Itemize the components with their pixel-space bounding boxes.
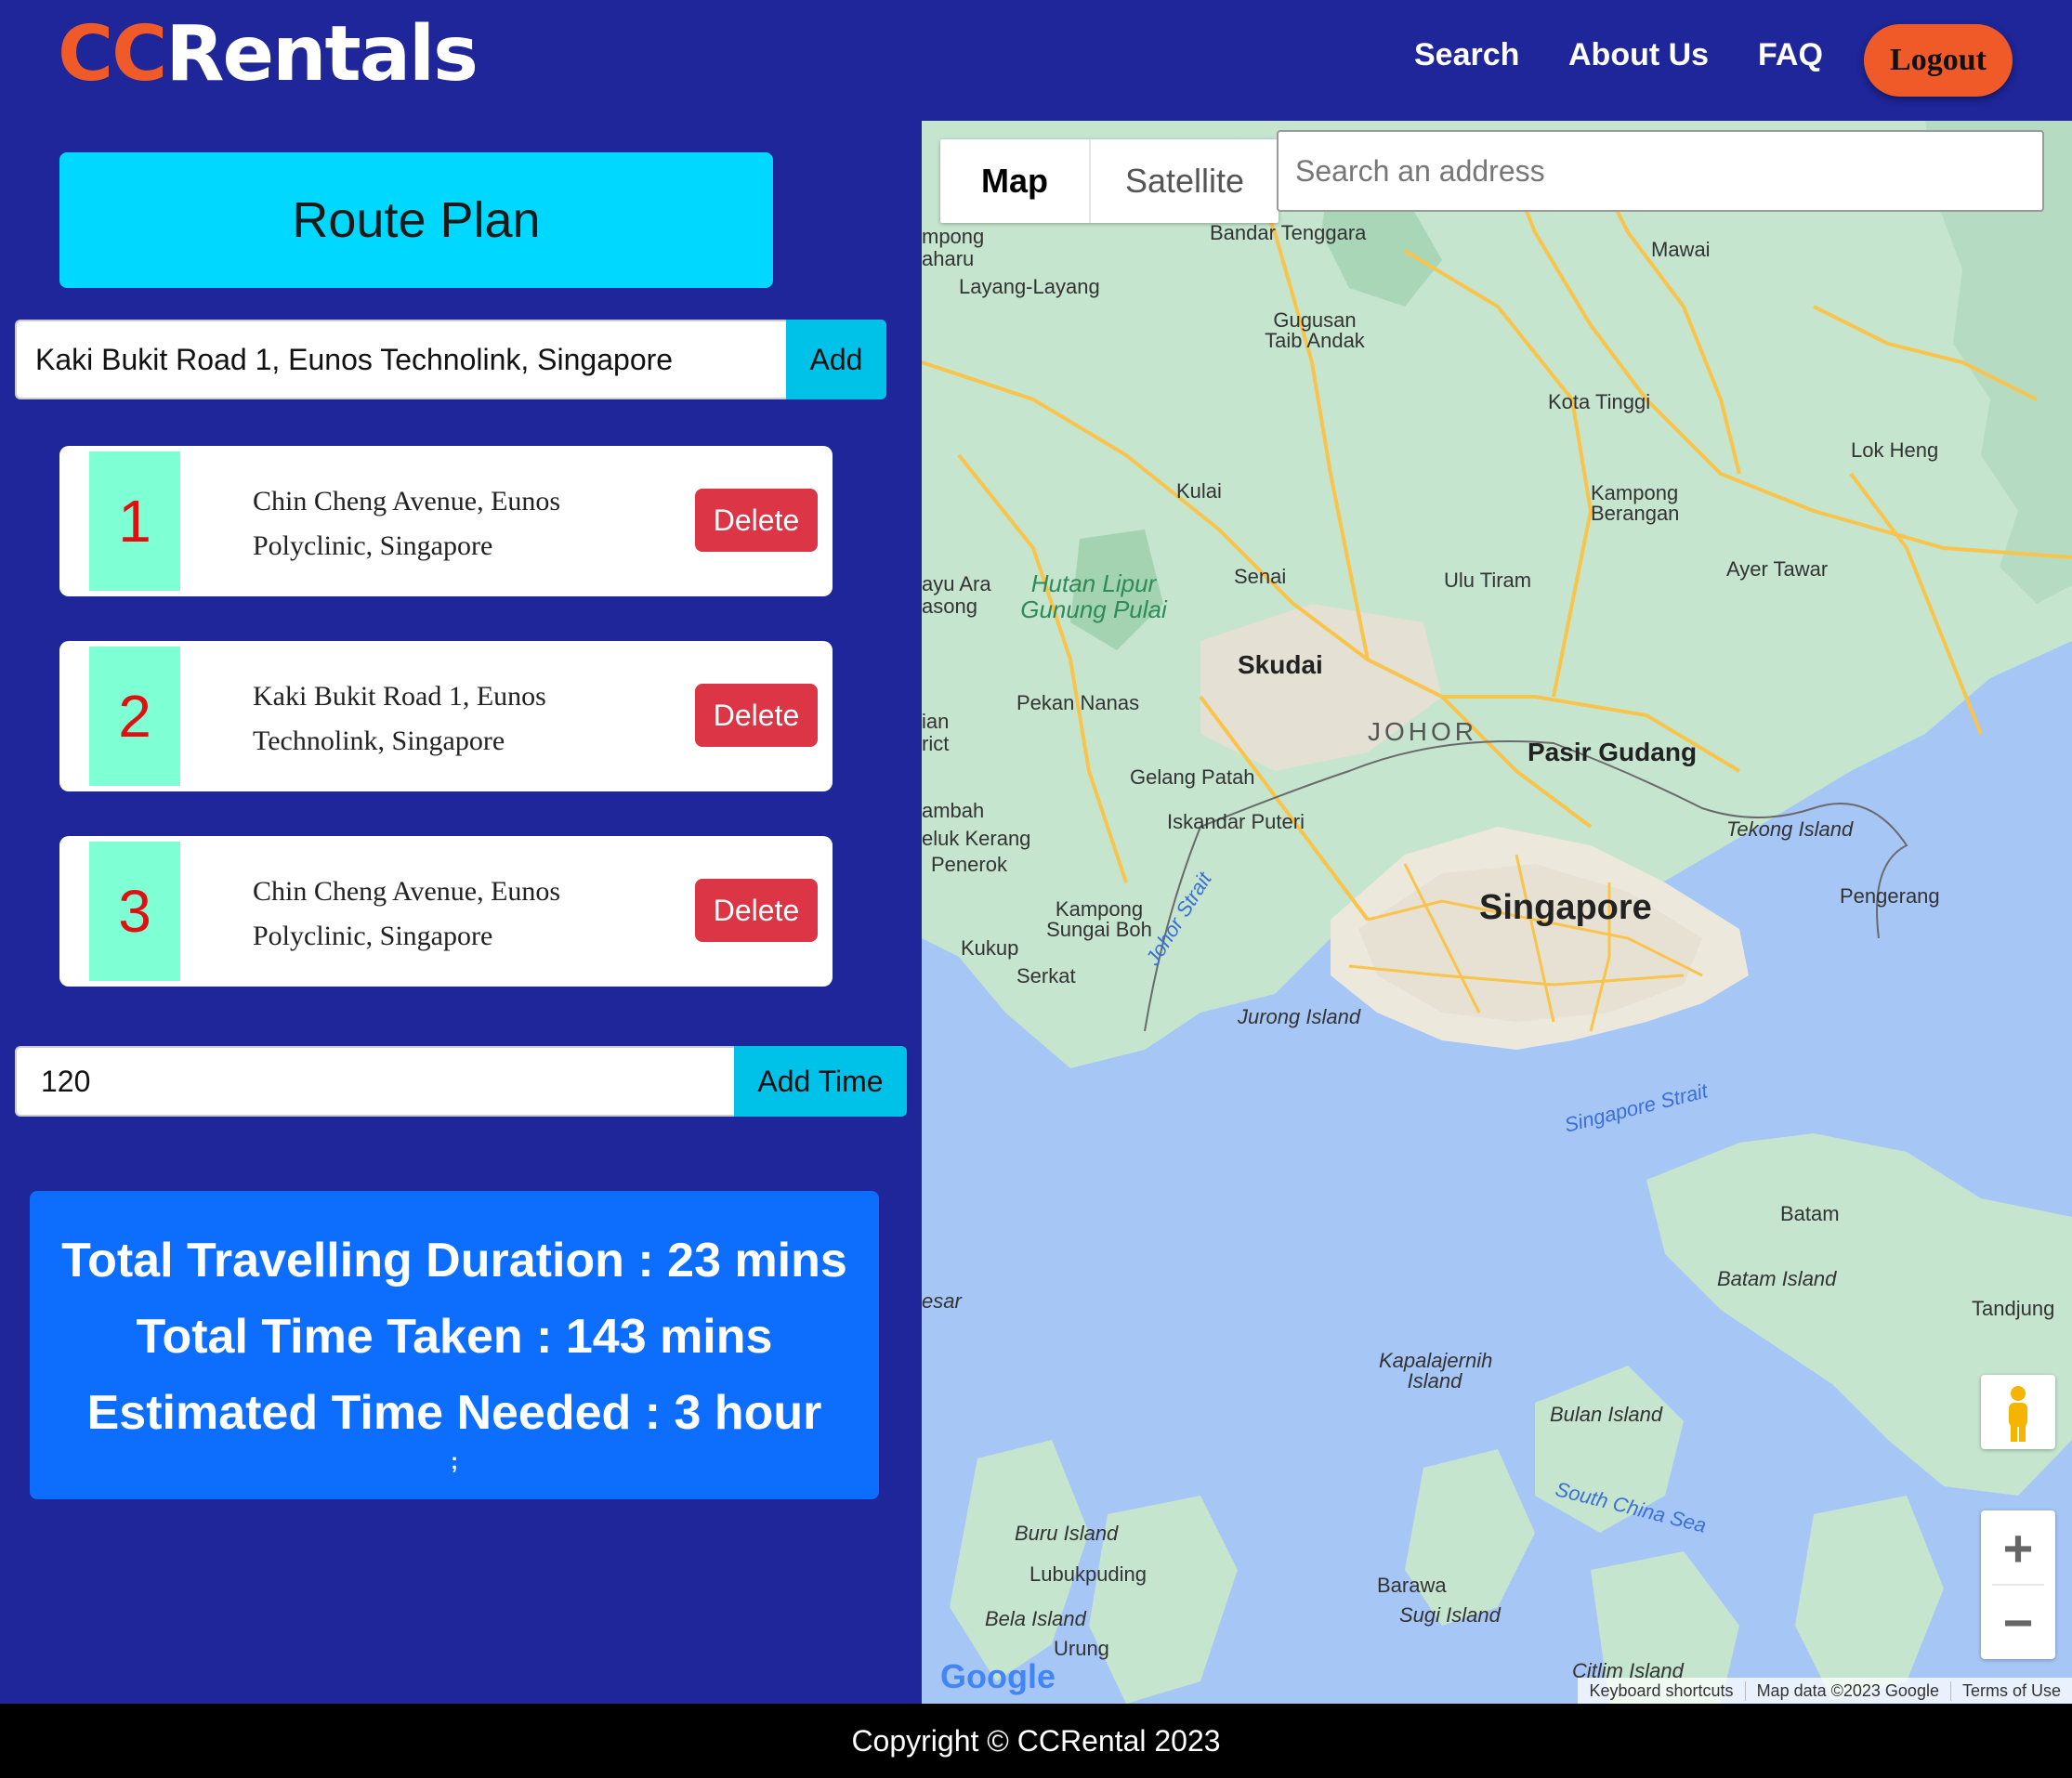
copyright-text: Copyright © CCRental 2023 [851, 1723, 1221, 1758]
map-label-kukup: Kukup [961, 936, 1019, 960]
map-label-urung: Urung [1054, 1637, 1109, 1660]
map-search-input[interactable]: Search an address [1277, 130, 2044, 212]
map-label-layang: Layang-Layang [959, 275, 1100, 298]
map-label-johor: JOHOR [1368, 717, 1477, 746]
stop-address: Kaki Bukit Road 1, Eunos Technolink, Sin… [253, 681, 546, 756]
map-label-singapore: Singapore [1479, 888, 1652, 927]
map-label-lubukpuding: Lubukpuding [1029, 1562, 1147, 1586]
map-label-ambah: ambah [922, 799, 985, 822]
delete-stop-button[interactable]: Delete [695, 489, 818, 552]
map-label-eluk-kerang: eluk Kerang [922, 827, 1031, 850]
address-input[interactable]: Kaki Bukit Road 1, Eunos Technolink, Sin… [15, 320, 786, 399]
summary-panel: Total Travelling Duration : 23 mins Tota… [30, 1191, 879, 1499]
nav-about-us[interactable]: About Us [1568, 37, 1709, 73]
map-label-ayer-tawar: Ayer Tawar [1726, 557, 1829, 581]
map[interactable]: Bandar Tenggara Mawai Layang-Layang Gugu… [922, 121, 2072, 1704]
stop-number: 1 [89, 451, 180, 591]
map-label-penerok: Penerok [931, 853, 1007, 876]
map-label-kulai: Kulai [1176, 479, 1222, 503]
map-label-buru-island: Buru Island [1015, 1522, 1119, 1545]
stop-number: 3 [89, 842, 180, 981]
stop-card: 1 Chin Cheng Avenue, Eunos Polyclinic, S… [59, 446, 833, 596]
delete-stop-button[interactable]: Delete [695, 684, 818, 747]
google-logo-text: Google [940, 1657, 1056, 1695]
terms-of-use-link[interactable]: Terms of Use [1949, 1680, 2072, 1701]
map-attribution: Keyboard shortcuts Map data ©2023 Google… [1578, 1678, 2072, 1704]
logo[interactable]: CCRentals [58, 17, 479, 93]
stop-number: 2 [89, 647, 180, 786]
map-label-asong: asong [922, 595, 977, 618]
map-label-kampong-sungai-boh: Kampong Sungai Boh [1046, 897, 1152, 941]
map-label-ayu-ara: ayu Ara [922, 572, 991, 595]
map-label-sugi-island: Sugi Island [1399, 1603, 1501, 1627]
stop-address: Chin Cheng Avenue, Eunos Polyclinic, Sin… [253, 486, 561, 561]
zoom-out-button[interactable]: − [1981, 1585, 2055, 1659]
map-label-mawai: Mawai [1651, 238, 1711, 261]
map-label-hutan-lipur: Hutan Lipur Gunung Pulai [1020, 569, 1167, 623]
map-label-pasir-gudang: Pasir Gudang [1528, 738, 1698, 766]
map-label-jurong-island: Jurong Island [1238, 1005, 1361, 1028]
map-label-pekan-nanas: Pekan Nanas [1016, 691, 1140, 714]
footer: Copyright © CCRental 2023 [0, 1704, 2072, 1778]
map-data-text: Map data ©2023 Google [1744, 1680, 1950, 1701]
google-logo: Google [940, 1657, 1056, 1696]
time-input[interactable]: 120 [15, 1046, 734, 1117]
add-time-button[interactable]: Add Time [734, 1046, 907, 1117]
map-label-kota-tinggi: Kota Tinggi [1548, 390, 1651, 413]
map-label-aharu: aharu [922, 247, 975, 270]
map-label-serkat: Serkat [1016, 964, 1076, 987]
stop-card: 2 Kaki Bukit Road 1, Eunos Technolink, S… [59, 641, 833, 791]
map-label-tekong-island: Tekong Island [1726, 817, 1854, 841]
map-label-barawa: Barawa [1377, 1574, 1447, 1597]
map-label-pengerang: Pengerang [1840, 884, 1940, 908]
stop-address: Chin Cheng Avenue, Eunos Polyclinic, Sin… [253, 876, 561, 951]
logout-button[interactable]: Logout [1864, 24, 2013, 97]
map-label-lok-heng: Lok Heng [1851, 438, 1939, 462]
map-label-batam: Batam [1780, 1202, 1840, 1225]
zoom-control: + − [1981, 1510, 2055, 1659]
nav-faq[interactable]: FAQ [1758, 37, 1823, 73]
delete-stop-button[interactable]: Delete [695, 879, 818, 942]
map-label-ulu-tiram: Ulu Tiram [1444, 569, 1532, 592]
zoom-divider [1992, 1584, 2044, 1586]
map-label-kapalajernih-island: Kapalajernih Island [1379, 1349, 1493, 1392]
map-label-mpong: mpong [922, 225, 985, 248]
map-label-kampong-berangan: Kampong Berangan [1591, 481, 1680, 525]
map-label-bandar-tenggara: Bandar Tenggara [1210, 221, 1367, 244]
header: CCRentals Search About Us FAQ Logout [0, 0, 2072, 121]
map-tab[interactable]: Map [940, 139, 1091, 223]
map-label-bela-island: Bela Island [985, 1607, 1086, 1630]
logo-rentals: Rentals [165, 10, 479, 98]
map-label-gelang-patah: Gelang Patah [1130, 765, 1255, 789]
logo-cc: CC [58, 10, 167, 98]
route-plan-button[interactable]: Route Plan [59, 152, 773, 288]
estimated-time-needed: Estimated Time Needed : 3 hour [86, 1386, 822, 1440]
map-label-skudai: Skudai [1238, 650, 1323, 679]
map-label-iskandar-puteri: Iskandar Puteri [1167, 810, 1305, 833]
nav-search[interactable]: Search [1414, 37, 1519, 73]
total-travelling-duration: Total Travelling Duration : 23 mins [61, 1234, 847, 1288]
map-label-gugusan: Gugusan Taib Andak [1265, 308, 1365, 352]
map-label-senai: Senai [1234, 565, 1287, 588]
stop-card: 3 Chin Cheng Avenue, Eunos Polyclinic, S… [59, 836, 833, 987]
map-label-tandjung: Tandjung [1972, 1297, 2055, 1320]
pegman-icon[interactable] [1981, 1375, 2055, 1449]
keyboard-shortcuts-link[interactable]: Keyboard shortcuts [1578, 1681, 1744, 1701]
zoom-in-button[interactable]: + [1981, 1510, 2055, 1585]
satellite-tab[interactable]: Satellite [1091, 139, 1279, 223]
map-label-ian: ian [922, 710, 950, 733]
map-label-bulan-island: Bulan Island [1550, 1403, 1663, 1426]
map-type-toggle: Map Satellite [940, 139, 1279, 223]
map-label-batam-island: Batam Island [1717, 1267, 1837, 1290]
add-address-button[interactable]: Add [786, 320, 886, 399]
summary-trailing-text: ; [451, 1449, 458, 1474]
total-time-taken: Total Time Taken : 143 mins [136, 1310, 773, 1364]
map-label-esar: esar [922, 1289, 962, 1313]
map-label-rict: rict [922, 732, 950, 755]
